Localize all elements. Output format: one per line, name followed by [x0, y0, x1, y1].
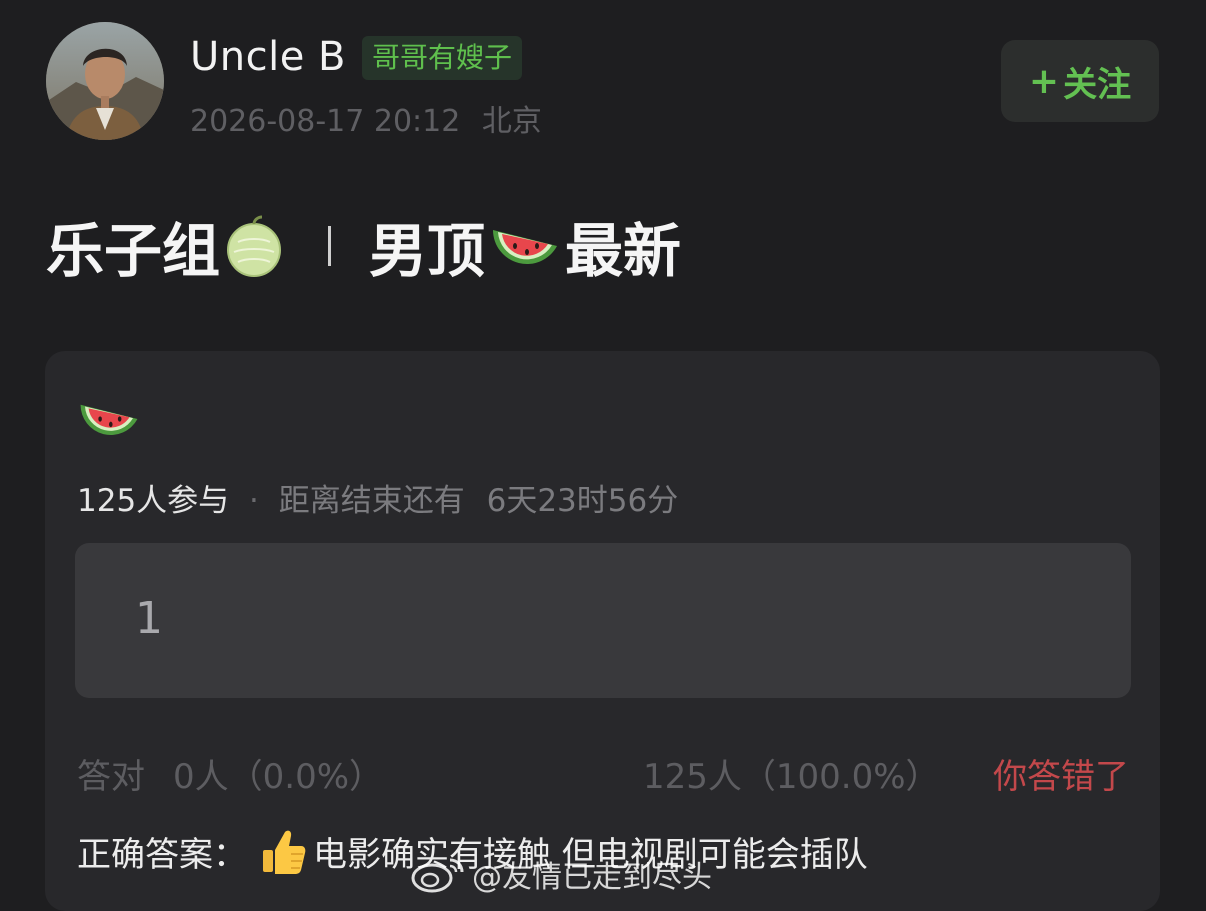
avatar-image	[46, 22, 164, 140]
quiz-card: 125人参与 · 距离结束还有 6天23时56分 1 答对 0人（0.0%） 1…	[45, 351, 1160, 911]
post-title: 乐子组 男顶 最新	[46, 208, 681, 285]
follow-button[interactable]: + 关注	[1001, 40, 1159, 122]
correct-count: 0人（0.0%）	[173, 757, 384, 797]
watermelon-icon	[493, 230, 558, 264]
participant-count: 125人参与	[77, 483, 230, 519]
watermark-text: @友情已走到尽头	[472, 860, 712, 895]
wrong-count: 125人（100.0%）	[643, 757, 940, 797]
quiz-option[interactable]: 1	[75, 543, 1131, 698]
follow-label: 关注	[1063, 64, 1132, 105]
post-meta: 2026-08-17 20:12 北京	[190, 96, 542, 140]
countdown-label: 距离结束还有	[278, 483, 465, 519]
correct-label: 答对	[77, 757, 145, 797]
quiz-stats: 125人参与 · 距离结束还有 6天23时56分	[77, 475, 678, 520]
post-header: Uncle B 哥哥有嫂子 2026-08-17 20:12 北京 + 关注	[0, 0, 1206, 170]
title-part-3: 最新	[565, 217, 682, 285]
post-location: 北京	[481, 104, 542, 139]
watermelon-icon	[80, 404, 138, 435]
plus-icon: +	[1028, 60, 1060, 102]
answer-label: 正确答案：	[77, 835, 247, 875]
stats-divider: ·	[249, 483, 259, 519]
author-badge: 哥哥有嫂子	[362, 36, 523, 80]
countdown-value: 6天23时56分	[486, 483, 679, 519]
watermark: @友情已走到尽头	[410, 852, 712, 896]
title-separator	[328, 226, 332, 266]
thumbs-up-icon	[263, 830, 306, 874]
melon-icon	[227, 215, 282, 277]
avatar[interactable]	[46, 22, 164, 140]
title-part-2: 男顶	[369, 217, 486, 285]
your-result: 你答错了	[993, 757, 1129, 797]
option-text: 1	[135, 593, 163, 644]
weibo-logo-icon	[411, 858, 464, 893]
title-part-1: 乐子组	[46, 217, 221, 285]
author-name[interactable]: Uncle B	[190, 34, 346, 80]
post-timestamp: 2026-08-17 20:12	[190, 104, 461, 139]
